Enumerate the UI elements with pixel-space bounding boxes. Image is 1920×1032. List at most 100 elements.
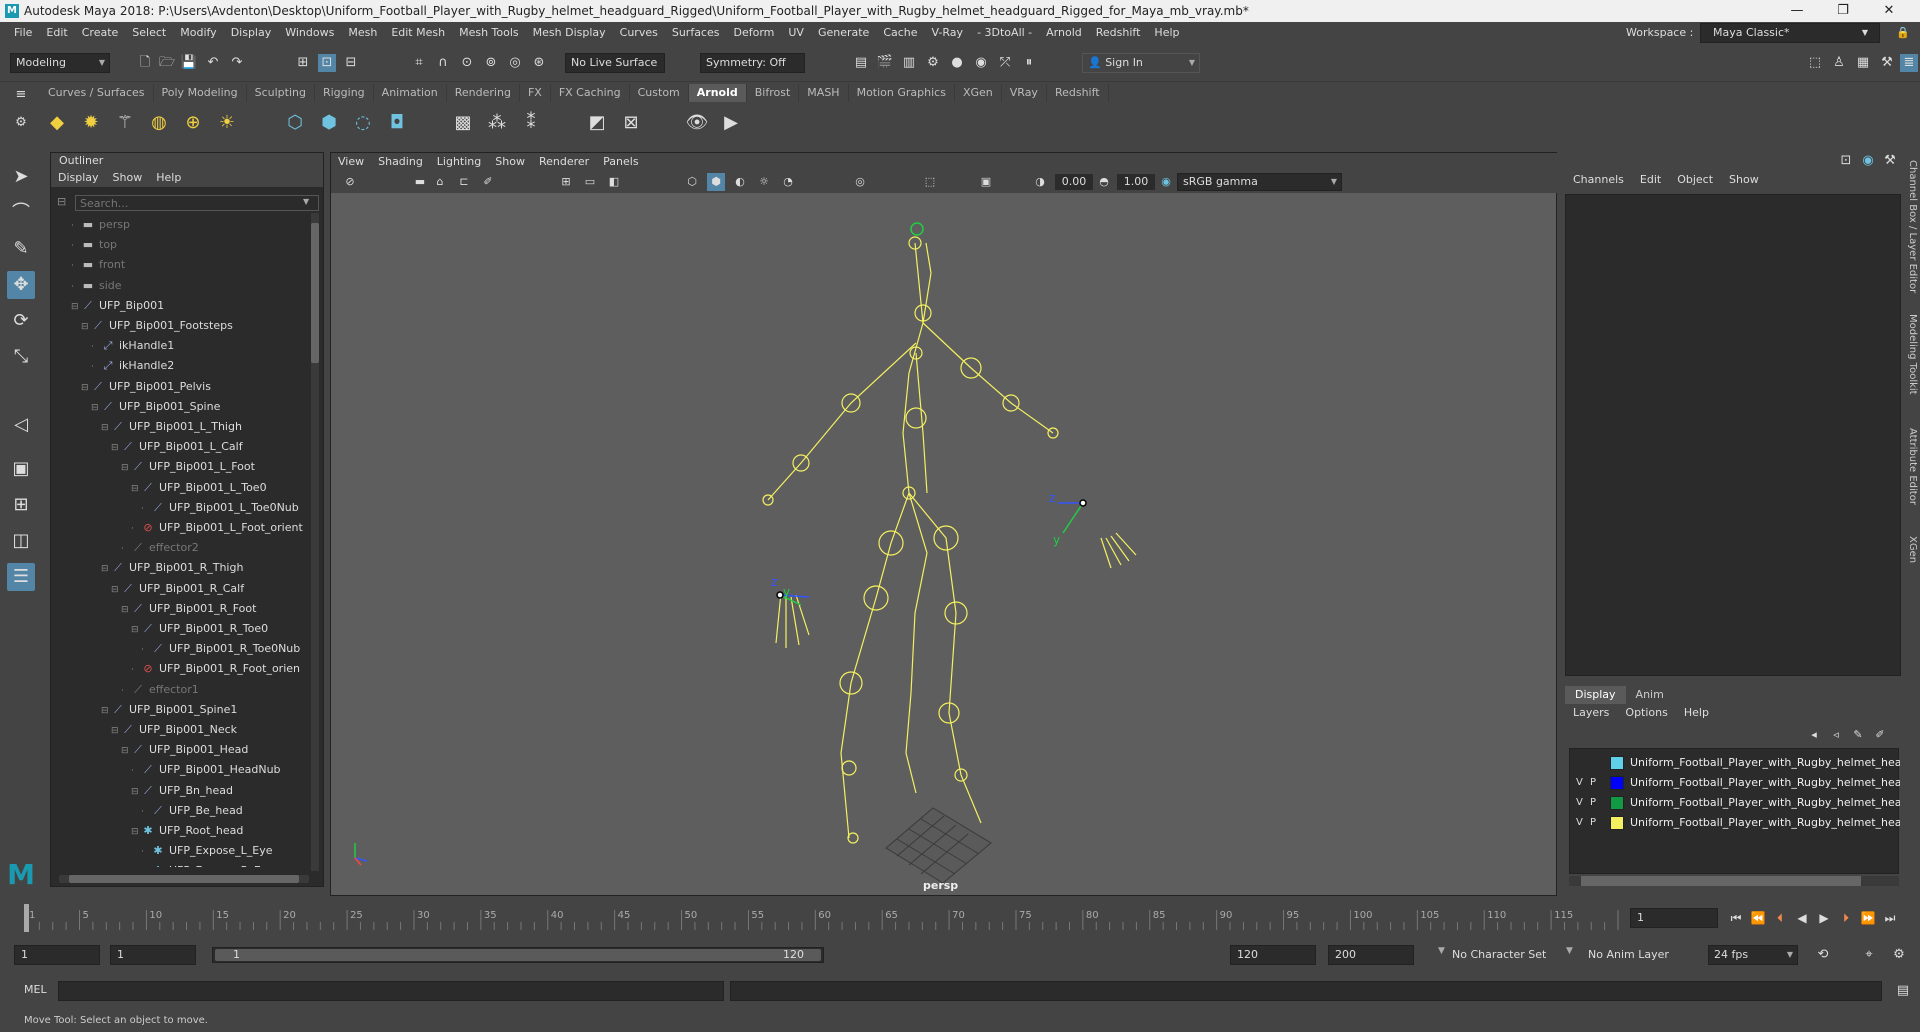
layer-menu-layers[interactable]: Layers — [1565, 704, 1617, 722]
outliner-menu-show[interactable]: Show — [106, 169, 150, 187]
menu-surfaces[interactable]: Surfaces — [665, 22, 727, 44]
arnold-play-icon[interactable]: ▶ — [718, 110, 744, 136]
current-frame-field[interactable]: 1 — [1630, 908, 1718, 928]
outliner-scroll-thumb[interactable] — [311, 223, 319, 363]
menu-file[interactable]: File — [7, 22, 39, 44]
snap-curve-icon[interactable]: ∩ — [434, 54, 452, 72]
expand-toggle-icon[interactable]: ⊟ — [131, 822, 141, 842]
bookmark-icon[interactable]: ⌂ — [431, 173, 449, 191]
snap-vertex-icon[interactable]: ⊛ — [530, 54, 548, 72]
character-set-label[interactable]: No Character Set — [1452, 945, 1554, 965]
viewport-menu-panels[interactable]: Panels — [596, 153, 645, 171]
save-scene-icon[interactable]: 💾 — [180, 54, 198, 72]
shelf-tab-motion-graphics[interactable]: Motion Graphics — [849, 84, 955, 102]
viewport-menu-shading[interactable]: Shading — [371, 153, 430, 171]
outliner-scrollbar[interactable] — [311, 213, 319, 871]
select-component-icon[interactable]: ⊟ — [342, 54, 360, 72]
last-tool-icon[interactable]: ◁ — [7, 411, 35, 439]
sign-in-dropdown[interactable]: 👤 Sign In ▼ — [1082, 53, 1200, 73]
channelbox-menu-edit[interactable]: Edit — [1632, 170, 1669, 190]
exposure-field[interactable]: 0.00 — [1055, 174, 1093, 190]
new-empty-layer-icon[interactable]: ✎ — [1849, 726, 1867, 744]
expand-toggle-icon[interactable]: ⊟ — [121, 741, 131, 761]
resolution-gate-icon[interactable]: ◧ — [605, 173, 623, 191]
menu-select[interactable]: Select — [125, 22, 173, 44]
channelbox-menu-channels[interactable]: Channels — [1565, 170, 1632, 190]
shelf-tab-fx-caching[interactable]: FX Caching — [551, 84, 630, 102]
outliner-filter-icon[interactable]: ⊟ — [57, 195, 66, 208]
xray-icon[interactable]: ◎ — [851, 173, 869, 191]
menu-edit-mesh[interactable]: Edit Mesh — [384, 22, 452, 44]
step-back-key-icon[interactable]: ⏪ — [1749, 909, 1767, 927]
search-dropdown-icon[interactable]: ▼ — [303, 197, 309, 206]
expand-toggle-icon[interactable]: ⊟ — [101, 418, 111, 438]
outliner-row[interactable]: · ✱ UFP_Expose_L_Eye — [141, 841, 273, 861]
outliner-row[interactable]: · ⟋ UFP_Bip001_R_Toe0Nub — [141, 639, 300, 659]
shelf-tab-rigging[interactable]: Rigging — [315, 84, 374, 102]
channel-box-icon[interactable]: ≣ — [1900, 54, 1918, 72]
shelf-tab-bifrost[interactable]: Bifrost — [747, 84, 800, 102]
outliner-row[interactable]: · ▬ top — [71, 235, 117, 255]
camera-select-icon[interactable]: ⊘ — [341, 173, 359, 191]
menu-modify[interactable]: Modify — [173, 22, 223, 44]
menu-mesh-tools[interactable]: Mesh Tools — [452, 22, 526, 44]
expand-toggle-icon[interactable]: ⊟ — [101, 701, 111, 721]
layer-hscrollbar[interactable] — [1569, 876, 1899, 886]
arnold-area-light-icon[interactable]: ◆ — [44, 110, 70, 136]
menu-windows[interactable]: Windows — [278, 22, 341, 44]
fps-dropdown[interactable]: 24 fps ▼ — [1708, 945, 1798, 965]
menu-create[interactable]: Create — [75, 22, 126, 44]
channelbox-menu-object[interactable]: Object — [1669, 170, 1721, 190]
snap-grid-icon[interactable]: ⌗ — [410, 54, 428, 72]
menu-arnold[interactable]: Arnold — [1039, 22, 1089, 44]
film-gate-icon[interactable]: ▭ — [581, 173, 599, 191]
outliner-row[interactable]: ·✱ UFP_Expose_R_Eye — [141, 861, 274, 867]
hypershade-icon[interactable]: ● — [948, 54, 966, 72]
step-back-frame-icon[interactable]: ⏴ — [1771, 909, 1789, 927]
shelf-tab-mash[interactable]: MASH — [799, 84, 849, 102]
arnold-utility-icon[interactable]: ⊠ — [618, 110, 644, 136]
arnold-photometric-light-icon[interactable]: ⚚ — [112, 110, 138, 136]
single-pane-icon[interactable]: ▣ — [7, 455, 35, 483]
range-slider-handle[interactable] — [215, 949, 821, 961]
redo-icon[interactable]: ↷ — [228, 54, 246, 72]
outliner-row[interactable]: · ⤢ ikHandle1 — [91, 336, 174, 356]
shelf-tab-redshift[interactable]: Redshift — [1047, 84, 1109, 102]
menu-display[interactable]: Display — [224, 22, 279, 44]
layer-row[interactable]: Uniform_Football_Player_with_Rugby_helme… — [1570, 753, 1900, 773]
grid-toggle-icon[interactable]: ⊞ — [557, 173, 575, 191]
shelf-tab-animation[interactable]: Animation — [374, 84, 447, 102]
outliner-row[interactable]: · ▬ persp — [71, 215, 130, 235]
scale-tool-icon[interactable]: ⤡ — [7, 343, 35, 371]
undo-icon[interactable]: ↶ — [204, 54, 222, 72]
menu-mesh-display[interactable]: Mesh Display — [526, 22, 613, 44]
open-scene-icon[interactable]: 🗁 — [158, 54, 176, 72]
viewport-menu-show[interactable]: Show — [488, 153, 532, 171]
layer-menu-help[interactable]: Help — [1676, 704, 1717, 722]
playback-start-field[interactable]: 1 — [110, 945, 196, 965]
expand-toggle-icon[interactable]: ⊟ — [91, 398, 101, 418]
menu-mesh[interactable]: Mesh — [341, 22, 384, 44]
expand-toggle-icon[interactable]: ⊟ — [131, 620, 141, 640]
layer-visibility-toggle[interactable]: V — [1576, 793, 1586, 813]
menu-edit[interactable]: Edit — [39, 22, 74, 44]
side-tab-attribute-editor[interactable]: Attribute Editor — [1905, 428, 1920, 505]
shelf-tab-arnold[interactable]: Arnold — [688, 84, 747, 102]
arnold-volume-icon[interactable]: ◌ — [350, 110, 376, 136]
attribute-editor-icon[interactable]: ▦ — [1854, 54, 1872, 72]
outliner-row[interactable]: ⊟ ⟋ UFP_Bip001_Pelvis — [81, 377, 211, 397]
step-forward-frame-icon[interactable]: ⏵ — [1837, 909, 1855, 927]
outliner-row[interactable]: ⊟ ⟋ UFP_Bip001_Footsteps — [81, 316, 233, 336]
rotate-tool-icon[interactable]: ⟳ — [7, 307, 35, 335]
layer-visibility-toggle[interactable]: V — [1576, 813, 1586, 833]
play-forwards-icon[interactable]: ▶ — [1815, 909, 1833, 927]
shelf-tab-poly-modeling[interactable]: Poly Modeling — [154, 84, 247, 102]
outliner-row[interactable]: · ▬ side — [71, 276, 122, 296]
outliner-hscrollbar[interactable] — [59, 875, 309, 883]
menu-v-ray[interactable]: V-Ray — [925, 22, 971, 44]
shelf-tab-rendering[interactable]: Rendering — [447, 84, 520, 102]
outliner-row[interactable]: ⊟ ⟋ UFP_Bip001_R_Toe0 — [131, 619, 268, 639]
menu-deform[interactable]: Deform — [726, 22, 781, 44]
play-backwards-icon[interactable]: ◀ — [1793, 909, 1811, 927]
channelbox-menu-show[interactable]: Show — [1721, 170, 1767, 190]
